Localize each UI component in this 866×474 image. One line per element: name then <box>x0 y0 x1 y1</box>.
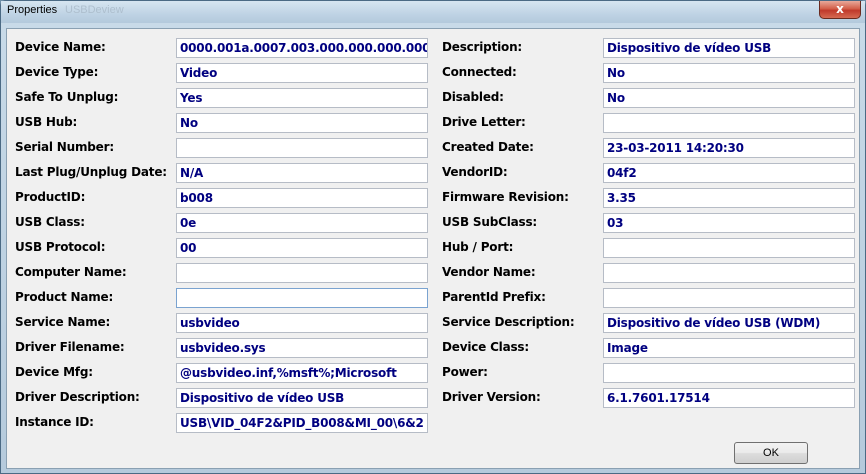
created-date-label: Created Date: <box>442 140 534 154</box>
device-mfg-field[interactable]: @usbvideo.inf,%msft%;Microsoft <box>176 363 428 383</box>
firmware-revision-label: Firmware Revision: <box>442 190 569 204</box>
device-class-label: Device Class: <box>442 340 529 354</box>
close-icon: x <box>836 2 844 16</box>
serial-number-field[interactable] <box>176 138 428 158</box>
driver-version-label: Driver Version: <box>442 390 541 404</box>
hub-port-field[interactable] <box>603 238 855 258</box>
usb-class-field[interactable]: 0e <box>176 213 428 233</box>
properties-window: Properties USBDeview x Device Name: 0000… <box>0 0 866 474</box>
connected-label: Connected: <box>442 65 517 79</box>
window-title: Properties <box>7 4 58 16</box>
serial-number-label: Serial Number: <box>15 140 114 154</box>
device-name-label: Device Name: <box>15 40 106 54</box>
device-mfg-label: Device Mfg: <box>15 365 93 379</box>
created-date-field[interactable]: 23-03-2011 14:20:30 <box>603 138 855 158</box>
drive-letter-label: Drive Letter: <box>442 115 526 129</box>
service-name-field[interactable]: usbvideo <box>176 313 428 333</box>
close-button[interactable]: x <box>819 1 861 19</box>
parentid-prefix-label: ParentId Prefix: <box>442 290 546 304</box>
last-plug-unplug-date-field[interactable]: N/A <box>176 163 428 183</box>
driver-version-field[interactable]: 6.1.7601.17514 <box>603 388 855 408</box>
driver-filename-label: Driver Filename: <box>15 340 125 354</box>
product-name-field[interactable] <box>176 288 428 308</box>
vendor-id-label: VendorID: <box>442 165 508 179</box>
window-title-ghost: USBDeview <box>65 4 124 16</box>
disabled-label: Disabled: <box>442 90 504 104</box>
safe-to-unplug-label: Safe To Unplug: <box>15 90 119 104</box>
device-type-label: Device Type: <box>15 65 99 79</box>
usb-subclass-field[interactable]: 03 <box>603 213 855 233</box>
ok-button[interactable]: OK <box>734 442 808 464</box>
power-field[interactable] <box>603 363 855 383</box>
title-bar[interactable]: Properties USBDeview x <box>1 1 865 23</box>
device-class-field[interactable]: Image <box>603 338 855 358</box>
usb-subclass-label: USB SubClass: <box>442 215 537 229</box>
computer-name-field[interactable] <box>176 263 428 283</box>
firmware-revision-field[interactable]: 3.35 <box>603 188 855 208</box>
product-name-label: Product Name: <box>15 290 114 304</box>
usb-hub-field[interactable]: No <box>176 113 428 133</box>
usb-protocol-field[interactable]: 00 <box>176 238 428 258</box>
service-description-field[interactable]: Dispositivo de vídeo USB (WDM) <box>603 313 855 333</box>
hub-port-label: Hub / Port: <box>442 240 514 254</box>
parentid-prefix-field[interactable] <box>603 288 855 308</box>
safe-to-unplug-field[interactable]: Yes <box>176 88 428 108</box>
vendor-name-label: Vendor Name: <box>442 265 536 279</box>
description-field[interactable]: Dispositivo de vídeo USB <box>603 38 855 58</box>
disabled-field[interactable]: No <box>603 88 855 108</box>
vendor-name-field[interactable] <box>603 263 855 283</box>
usb-protocol-label: USB Protocol: <box>15 240 106 254</box>
vendor-id-field[interactable]: 04f2 <box>603 163 855 183</box>
driver-filename-field[interactable]: usbvideo.sys <box>176 338 428 358</box>
properties-panel: Device Name: 0000.001a.0007.003.000.000.… <box>6 28 860 469</box>
service-description-label: Service Description: <box>442 315 575 329</box>
last-plug-unplug-date-label: Last Plug/Unplug Date: <box>15 165 167 179</box>
instance-id-label: Instance ID: <box>15 415 94 429</box>
device-type-field[interactable]: Video <box>176 63 428 83</box>
driver-description-label: Driver Description: <box>15 390 140 404</box>
computer-name-label: Computer Name: <box>15 265 127 279</box>
connected-field[interactable]: No <box>603 63 855 83</box>
description-label: Description: <box>442 40 523 54</box>
product-id-label: ProductID: <box>15 190 86 204</box>
power-label: Power: <box>442 365 488 379</box>
instance-id-field[interactable]: USB\VID_04F2&PID_B008&MI_00\6&2 <box>176 413 428 433</box>
product-id-field[interactable]: b008 <box>176 188 428 208</box>
usb-class-label: USB Class: <box>15 215 85 229</box>
driver-description-field[interactable]: Dispositivo de vídeo USB <box>176 388 428 408</box>
drive-letter-field[interactable] <box>603 113 855 133</box>
service-name-label: Service Name: <box>15 315 111 329</box>
device-name-field[interactable]: 0000.001a.0007.003.000.000.000.000. <box>176 38 428 58</box>
usb-hub-label: USB Hub: <box>15 115 78 129</box>
